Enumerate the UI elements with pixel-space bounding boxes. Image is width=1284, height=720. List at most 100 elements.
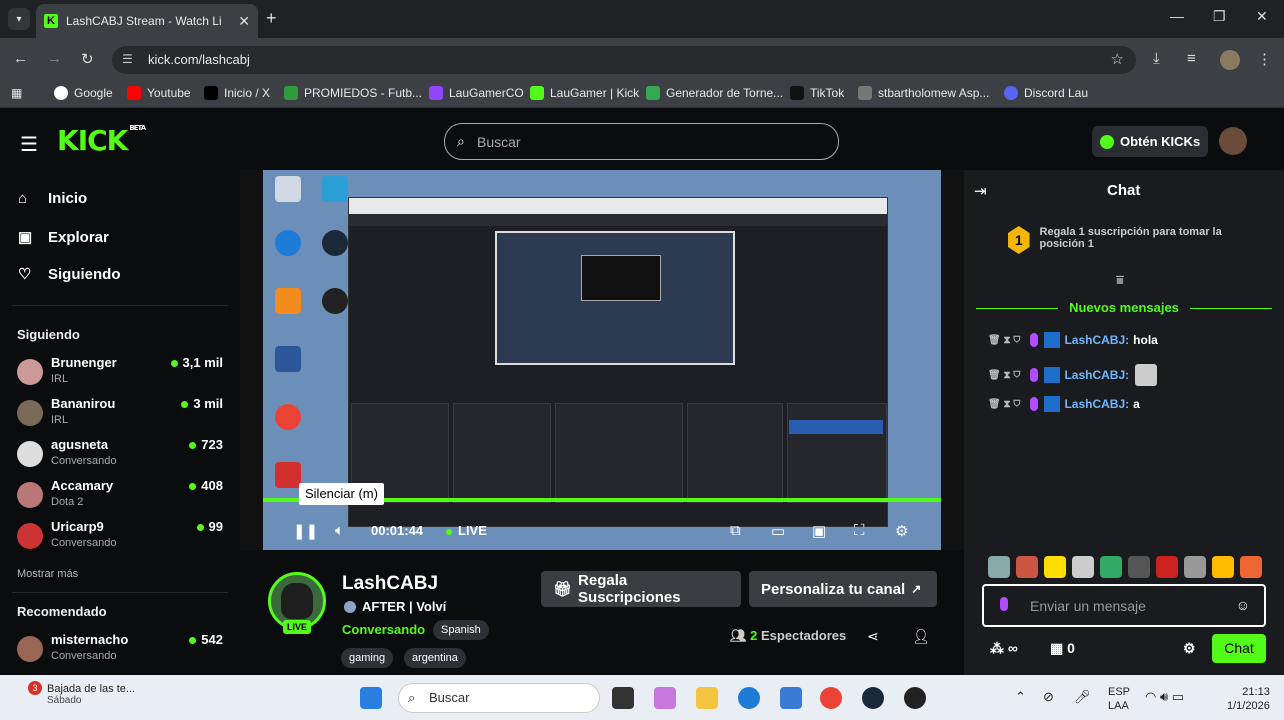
bookmark-generador[interactable]: Generador de Torne... [646, 86, 783, 100]
browser-tab-active[interactable]: K LashCABJ Stream - Watch Li ✕ [36, 4, 258, 38]
taskbar-search[interactable]: ⌕ Buscar [398, 683, 600, 713]
chrome-taskbar-icon[interactable] [820, 687, 842, 709]
emote[interactable] [988, 556, 1010, 578]
clock[interactable]: 21:13 1/1/2026 [1227, 685, 1270, 713]
obs-taskbar-icon[interactable] [904, 687, 926, 709]
search-input[interactable]: ⌕ Buscar [444, 123, 839, 160]
copilot-icon[interactable] [654, 687, 676, 709]
customize-channel-button[interactable]: Personaliza tu canal ↗ [749, 571, 937, 607]
tag-pill[interactable]: Spanish [433, 620, 489, 640]
emote[interactable] [1212, 556, 1234, 578]
file-explorer-icon[interactable] [696, 687, 718, 709]
back-icon[interactable]: ← [13, 50, 28, 67]
send-chat-button[interactable]: Chat [1212, 634, 1266, 663]
hamburger-menu-icon[interactable]: ☰ [20, 132, 38, 157]
download-icon[interactable]: ⤓ [1153, 50, 1160, 67]
network-off-icon[interactable]: ⊘ [1043, 689, 1054, 705]
task-view-icon[interactable] [612, 687, 634, 709]
chat-settings-icon[interactable]: ⚙ [1183, 640, 1196, 657]
volume-icon[interactable]: 🔈︎ [335, 522, 344, 539]
emote[interactable] [1072, 556, 1094, 578]
bookmark-youtube[interactable]: Youtube [127, 86, 191, 100]
channel-name[interactable]: LashCABJ [342, 573, 438, 595]
clip-icon[interactable]: ⧉ [730, 522, 741, 539]
edge-taskbar-icon[interactable] [738, 687, 760, 709]
channel-points[interactable]: ⁂ ∞ [990, 640, 1018, 657]
stream-category[interactable]: Conversando [342, 622, 425, 637]
pip-icon[interactable]: ▣ [812, 522, 826, 540]
close-window-button[interactable]: ✕ [1256, 8, 1268, 25]
following-channel[interactable]: Brunenger IRL 3,1 mil [17, 355, 227, 393]
gift-count[interactable]: ▦ 0 [1050, 640, 1075, 657]
new-tab-button[interactable]: + [266, 8, 277, 29]
kick-logo[interactable]: KICK BETA [57, 124, 146, 157]
pause-button[interactable]: ❚❚ [293, 522, 318, 540]
apps-grid-icon[interactable]: ▦ [11, 86, 22, 100]
emote[interactable] [1240, 556, 1262, 578]
mod-actions-icon[interactable]: 🗑︎ ⧗ ⛉ [988, 399, 1020, 410]
bookmark-promiedos[interactable]: PROMIEDOS - Futb... [284, 86, 422, 100]
microphone-icon[interactable]: 🎤︎ [1074, 689, 1091, 705]
tab-search-button[interactable]: ▾ [8, 8, 30, 30]
gift-subs-button[interactable]: 🎁︎ Regala Suscripciones [541, 571, 741, 607]
follow-icon[interactable]: 👤︎ [912, 628, 930, 645]
nav-inicio[interactable]: ⌂ Inicio [18, 190, 87, 207]
reload-icon[interactable]: ↻ [81, 50, 94, 68]
chat-username[interactable]: LashCABJ: [1064, 333, 1129, 347]
bookmark-tiktok[interactable]: TikTok [790, 86, 844, 100]
wifi-icon[interactable]: ◠ 🔊︎ ▭ [1145, 689, 1184, 705]
show-more-link[interactable]: Mostrar más [17, 568, 78, 580]
get-kicks-button[interactable]: Obtén KICKs [1092, 126, 1208, 157]
forward-icon[interactable]: → [47, 50, 62, 67]
collapse-chat-icon[interactable]: ⇥ [974, 182, 987, 200]
emote[interactable] [1128, 556, 1150, 578]
emote[interactable] [1156, 556, 1178, 578]
chat-message-input[interactable]: Enviar un mensaje ☺ [982, 584, 1266, 627]
language-indicator[interactable]: ESP LAA [1108, 685, 1130, 713]
tag-pill[interactable]: gaming [341, 648, 394, 668]
mod-actions-icon[interactable]: 🗑︎ ⧗ ⛉ [988, 370, 1020, 381]
fullscreen-icon[interactable]: ⛶ [854, 522, 865, 539]
emote[interactable] [1044, 556, 1066, 578]
mod-actions-icon[interactable]: 🗑︎ ⧗ ⛉ [988, 335, 1020, 346]
share-icon[interactable]: ⋖ [867, 628, 879, 645]
chat-username[interactable]: LashCABJ: [1064, 397, 1129, 411]
bookmark-stbartholomew[interactable]: stbartholomew Asp... [858, 86, 989, 100]
store-icon[interactable] [780, 687, 802, 709]
emote[interactable] [1100, 556, 1122, 578]
recommended-channel[interactable]: misternacho Conversando 542 [17, 632, 227, 670]
emote[interactable] [1016, 556, 1038, 578]
bookmark-laugamerco[interactable]: LauGamerCO [429, 86, 524, 100]
maximize-button[interactable]: ❐ [1213, 8, 1226, 25]
tab-close-icon[interactable]: ✕ [238, 13, 250, 30]
steam-taskbar-icon[interactable] [862, 687, 884, 709]
minimize-button[interactable]: — [1170, 8, 1184, 24]
bookmark-google[interactable]: Google [54, 86, 113, 100]
following-channel[interactable]: agusneta Conversando 723 [17, 437, 227, 475]
site-info-icon[interactable]: ☰ [122, 52, 133, 66]
news-widget[interactable]: 3 Bajada de las te... Sábado [20, 681, 135, 706]
tag-pill[interactable]: argentina [404, 648, 466, 668]
following-channel[interactable]: Accamary Dota 2 408 [17, 478, 227, 516]
nav-explorar[interactable]: ▣ Explorar [18, 228, 109, 247]
bookmark-x[interactable]: Inicio / X [204, 86, 270, 100]
start-icon[interactable] [360, 687, 382, 709]
following-channel[interactable]: Uricarp9 Conversando 99 [17, 519, 227, 557]
emote[interactable] [1184, 556, 1206, 578]
live-indicator[interactable]: LIVE [446, 523, 487, 538]
chat-username[interactable]: LashCABJ: [1064, 368, 1129, 382]
settings-gear-icon[interactable]: ⚙ [895, 522, 908, 540]
tray-overflow-icon[interactable]: ⌃ [1015, 689, 1026, 705]
mic-icon[interactable] [1000, 597, 1008, 611]
omnibox[interactable]: ☰ kick.com/lashcabj ☆ [112, 46, 1136, 74]
theater-icon[interactable]: ▭ [771, 522, 785, 540]
nav-siguiendo[interactable]: ♡ Siguiendo [18, 265, 121, 284]
gift-leaderboard-prompt[interactable]: 1 Regala 1 suscripción para tomar la posi… [1008, 226, 1238, 254]
bookmark-discord[interactable]: Discord Lau [1004, 86, 1088, 100]
menu-kebab-icon[interactable]: ⋮ [1257, 50, 1272, 68]
bookmark-laugamer-kick[interactable]: LauGamer | Kick [530, 86, 639, 100]
media-control-icon[interactable]: ≡ [1187, 50, 1196, 67]
following-channel[interactable]: Bananirou IRL 3 mil [17, 396, 227, 434]
bookmark-star-icon[interactable]: ☆ [1111, 50, 1124, 68]
profile-avatar[interactable] [1220, 50, 1240, 70]
